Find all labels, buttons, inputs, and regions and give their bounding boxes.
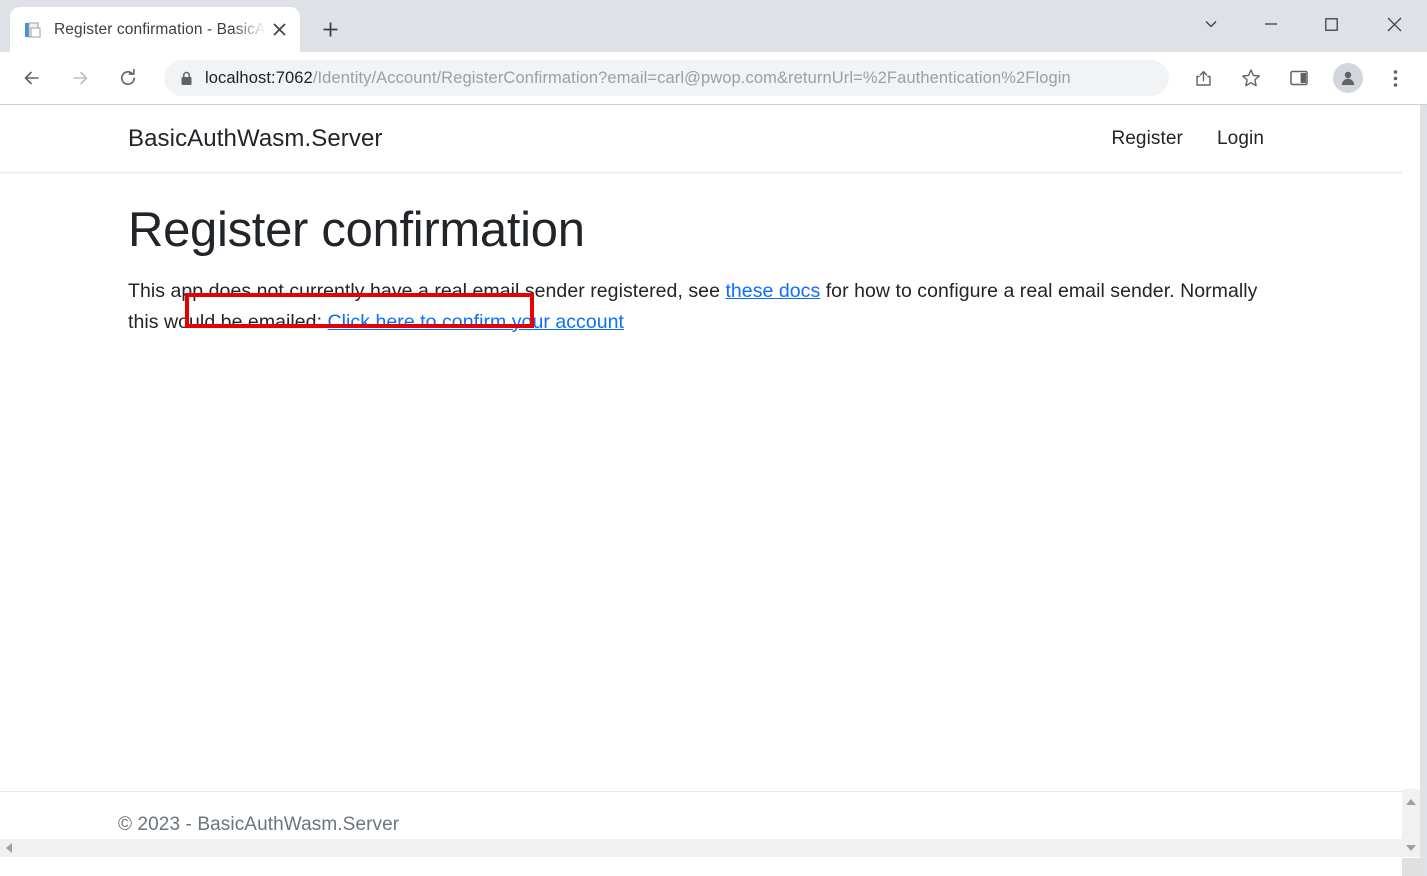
share-icon[interactable]	[1185, 60, 1221, 96]
paragraph-text-part1: This app does not currently have a real …	[128, 279, 726, 302]
lock-icon	[180, 71, 193, 86]
document-icon	[24, 21, 42, 39]
tab-search-icon[interactable]	[1181, 0, 1241, 48]
new-tab-button[interactable]	[312, 11, 348, 47]
main-content: Register confirmation This app does not …	[0, 173, 1402, 791]
toolbar-actions	[1179, 60, 1415, 96]
maximize-icon[interactable]	[1301, 0, 1361, 48]
nav-link-register[interactable]: Register	[1111, 128, 1183, 150]
site-brand[interactable]: BasicAuthWasm.Server	[128, 125, 383, 153]
tab-strip: Register confirmation - BasicAuth	[0, 0, 1427, 52]
side-panel-icon[interactable]	[1281, 60, 1317, 96]
address-bar[interactable]: localhost:7062/Identity/Account/Register…	[164, 60, 1169, 96]
browser-tab[interactable]: Register confirmation - BasicAuth	[10, 7, 300, 52]
three-dot-menu-icon[interactable]	[1377, 60, 1413, 96]
page-viewport: BasicAuthWasm.Server Register Login Regi…	[0, 104, 1427, 876]
these-docs-link[interactable]: these docs	[725, 280, 820, 302]
window-controls	[1181, 0, 1427, 48]
scroll-up-arrow[interactable]	[1402, 793, 1420, 811]
forward-arrow-icon	[61, 59, 99, 97]
web-page: BasicAuthWasm.Server Register Login Regi…	[0, 105, 1402, 857]
reload-icon[interactable]	[109, 59, 147, 97]
url-path: /Identity/Account/RegisterConfirmation?e…	[312, 68, 1071, 87]
confirmation-paragraph: This app does not currently have a real …	[128, 276, 1273, 338]
horizontal-scrollbar[interactable]	[0, 839, 1402, 857]
nav-link-login[interactable]: Login	[1217, 128, 1264, 150]
minimize-icon[interactable]	[1241, 0, 1301, 48]
back-arrow-icon[interactable]	[13, 59, 51, 97]
site-header: BasicAuthWasm.Server Register Login	[0, 105, 1402, 173]
browser-toolbar: localhost:7062/Identity/Account/Register…	[0, 52, 1427, 104]
footer-copyright: © 2023 - BasicAuthWasm.Server	[118, 813, 400, 835]
site-navigation: Register Login	[1111, 128, 1264, 150]
profile-avatar-icon[interactable]	[1333, 63, 1363, 93]
url-text: localhost:7062/Identity/Account/Register…	[205, 69, 1071, 88]
window-right-edge	[1420, 105, 1427, 876]
confirm-account-link[interactable]: Click here to confirm your account	[328, 311, 625, 333]
scroll-left-arrow[interactable]	[0, 839, 18, 857]
window-close-icon[interactable]	[1361, 0, 1427, 48]
tab-title: Register confirmation - BasicAuth	[54, 20, 266, 38]
tab-close-icon[interactable]	[266, 17, 292, 43]
star-icon[interactable]	[1233, 60, 1269, 96]
scroll-down-arrow[interactable]	[1402, 839, 1420, 857]
scrollbar-corner	[1402, 858, 1420, 876]
url-host: localhost:7062	[205, 68, 313, 87]
browser-window: Register confirmation - BasicAuth localh…	[0, 0, 1427, 876]
page-title: Register confirmation	[128, 203, 585, 257]
vertical-scrollbar[interactable]	[1402, 105, 1420, 857]
